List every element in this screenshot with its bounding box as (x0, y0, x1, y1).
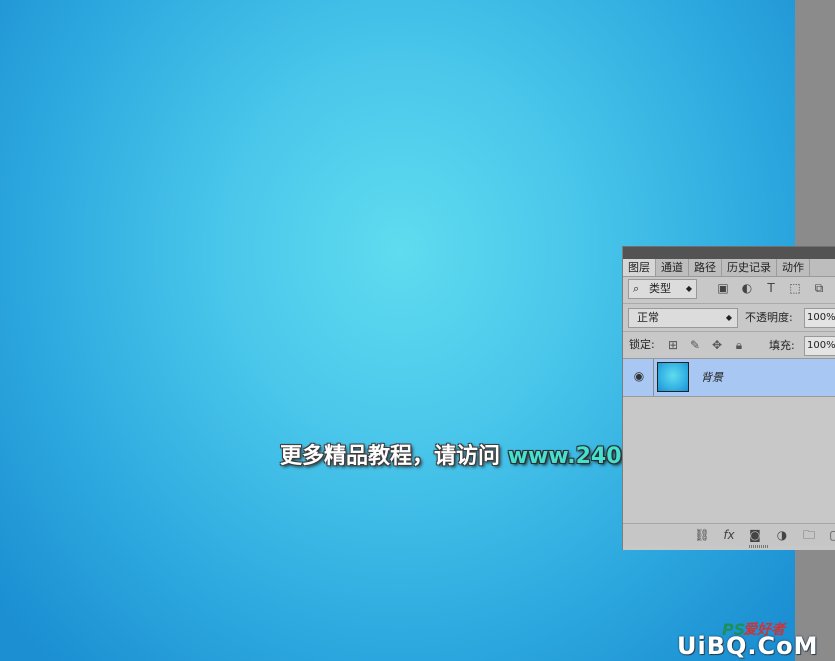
search-icon: ⌕ (633, 282, 640, 295)
layer-name[interactable]: 背景 (701, 369, 723, 385)
lock-all-icon[interactable]: 🔒︎ (732, 338, 746, 352)
adjustment-layer-icon[interactable]: ◑ (774, 527, 790, 543)
new-group-icon[interactable]: 🗀︎ (801, 527, 817, 543)
blend-row: 正常 ◆ 不透明度: 100% (623, 304, 835, 332)
layer-row[interactable]: ◉ 背景 (623, 359, 835, 397)
site-logo: PS 爱好者 UiBQ.CoM (675, 620, 835, 661)
add-mask-icon[interactable]: ◙ (747, 527, 763, 543)
chevron-updown-icon: ◆ (685, 284, 692, 293)
filter-kind-label: 类型 (649, 282, 671, 295)
link-layers-icon[interactable]: ⛓ (694, 527, 710, 543)
eye-icon[interactable]: ◉ (631, 369, 647, 383)
watermark-cn: 更多精品教程，请访问 (280, 444, 501, 469)
opacity-input[interactable]: 100% (804, 308, 835, 328)
tab-channels[interactable]: 通道 (656, 259, 689, 276)
panel-titlebar[interactable] (623, 247, 835, 259)
lock-image-icon[interactable]: ✎ (688, 338, 702, 352)
filter-kind-select[interactable]: ⌕ 类型 ◆ (628, 279, 697, 299)
blend-mode-value: 正常 (637, 311, 659, 324)
new-layer-icon[interactable]: ▢ (827, 527, 835, 543)
logo-main: UiBQ.CoM (677, 632, 819, 660)
blend-mode-select[interactable]: 正常 ◆ (628, 308, 738, 328)
panel-tabs: 图层 通道 路径 历史记录 动作 (623, 259, 835, 277)
fill-label: 填充: (769, 339, 795, 352)
image-filter-icon[interactable]: ▣ (716, 281, 730, 295)
opacity-label: 不透明度: (745, 311, 793, 324)
shape-filter-icon[interactable]: ⬚ (788, 281, 802, 295)
layer-thumbnail (657, 362, 689, 392)
lock-transparent-icon[interactable]: ⊞ (666, 338, 680, 352)
chevron-updown-icon: ◆ (725, 313, 732, 322)
layers-list-empty-area[interactable] (623, 397, 835, 523)
panel-resize-grip[interactable] (749, 545, 769, 548)
tab-paths[interactable]: 路径 (689, 259, 722, 276)
tab-actions[interactable]: 动作 (777, 259, 810, 276)
type-filter-icon[interactable]: T (764, 281, 778, 295)
tab-history[interactable]: 历史记录 (722, 259, 777, 276)
lock-position-icon[interactable]: ✥ (710, 338, 724, 352)
adjustment-filter-icon[interactable]: ◐ (740, 281, 754, 295)
smart-object-filter-icon[interactable]: ⧉ (812, 281, 826, 295)
fill-input[interactable]: 100% (804, 336, 835, 356)
lock-row: 锁定: ⊞ ✎ ✥ 🔒︎ 填充: 100% (623, 332, 835, 359)
filter-row: ⌕ 类型 ◆ ▣ ◐ T ⬚ ⧉ (623, 277, 835, 304)
panel-bottom-bar: ⛓ fx ◙ ◑ 🗀︎ ▢ (623, 523, 835, 546)
divider (653, 359, 654, 396)
fx-icon[interactable]: fx (721, 527, 737, 543)
layers-panel: 图层 通道 路径 历史记录 动作 ⌕ 类型 ◆ ▣ ◐ T ⬚ ⧉ 正常 ◆ 不… (622, 246, 835, 550)
tab-layers[interactable]: 图层 (623, 259, 656, 276)
lock-label: 锁定: (629, 338, 655, 351)
